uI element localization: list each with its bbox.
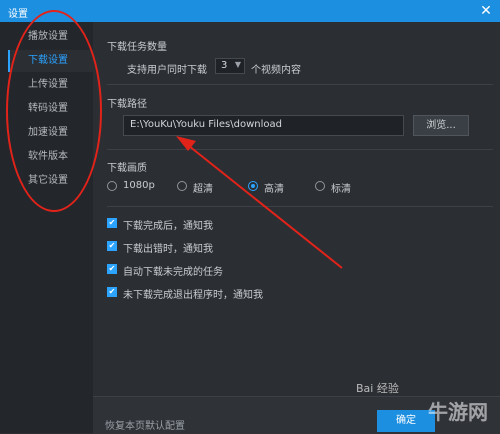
restore-defaults-link[interactable]: 恢复本页默认配置 [105, 417, 185, 432]
confirm-button[interactable]: 确定 [377, 410, 435, 432]
annotation-arrow [176, 136, 343, 269]
site-watermark: 牛游网 [428, 400, 488, 424]
baidu-watermark: Bai 经验 [356, 382, 399, 395]
